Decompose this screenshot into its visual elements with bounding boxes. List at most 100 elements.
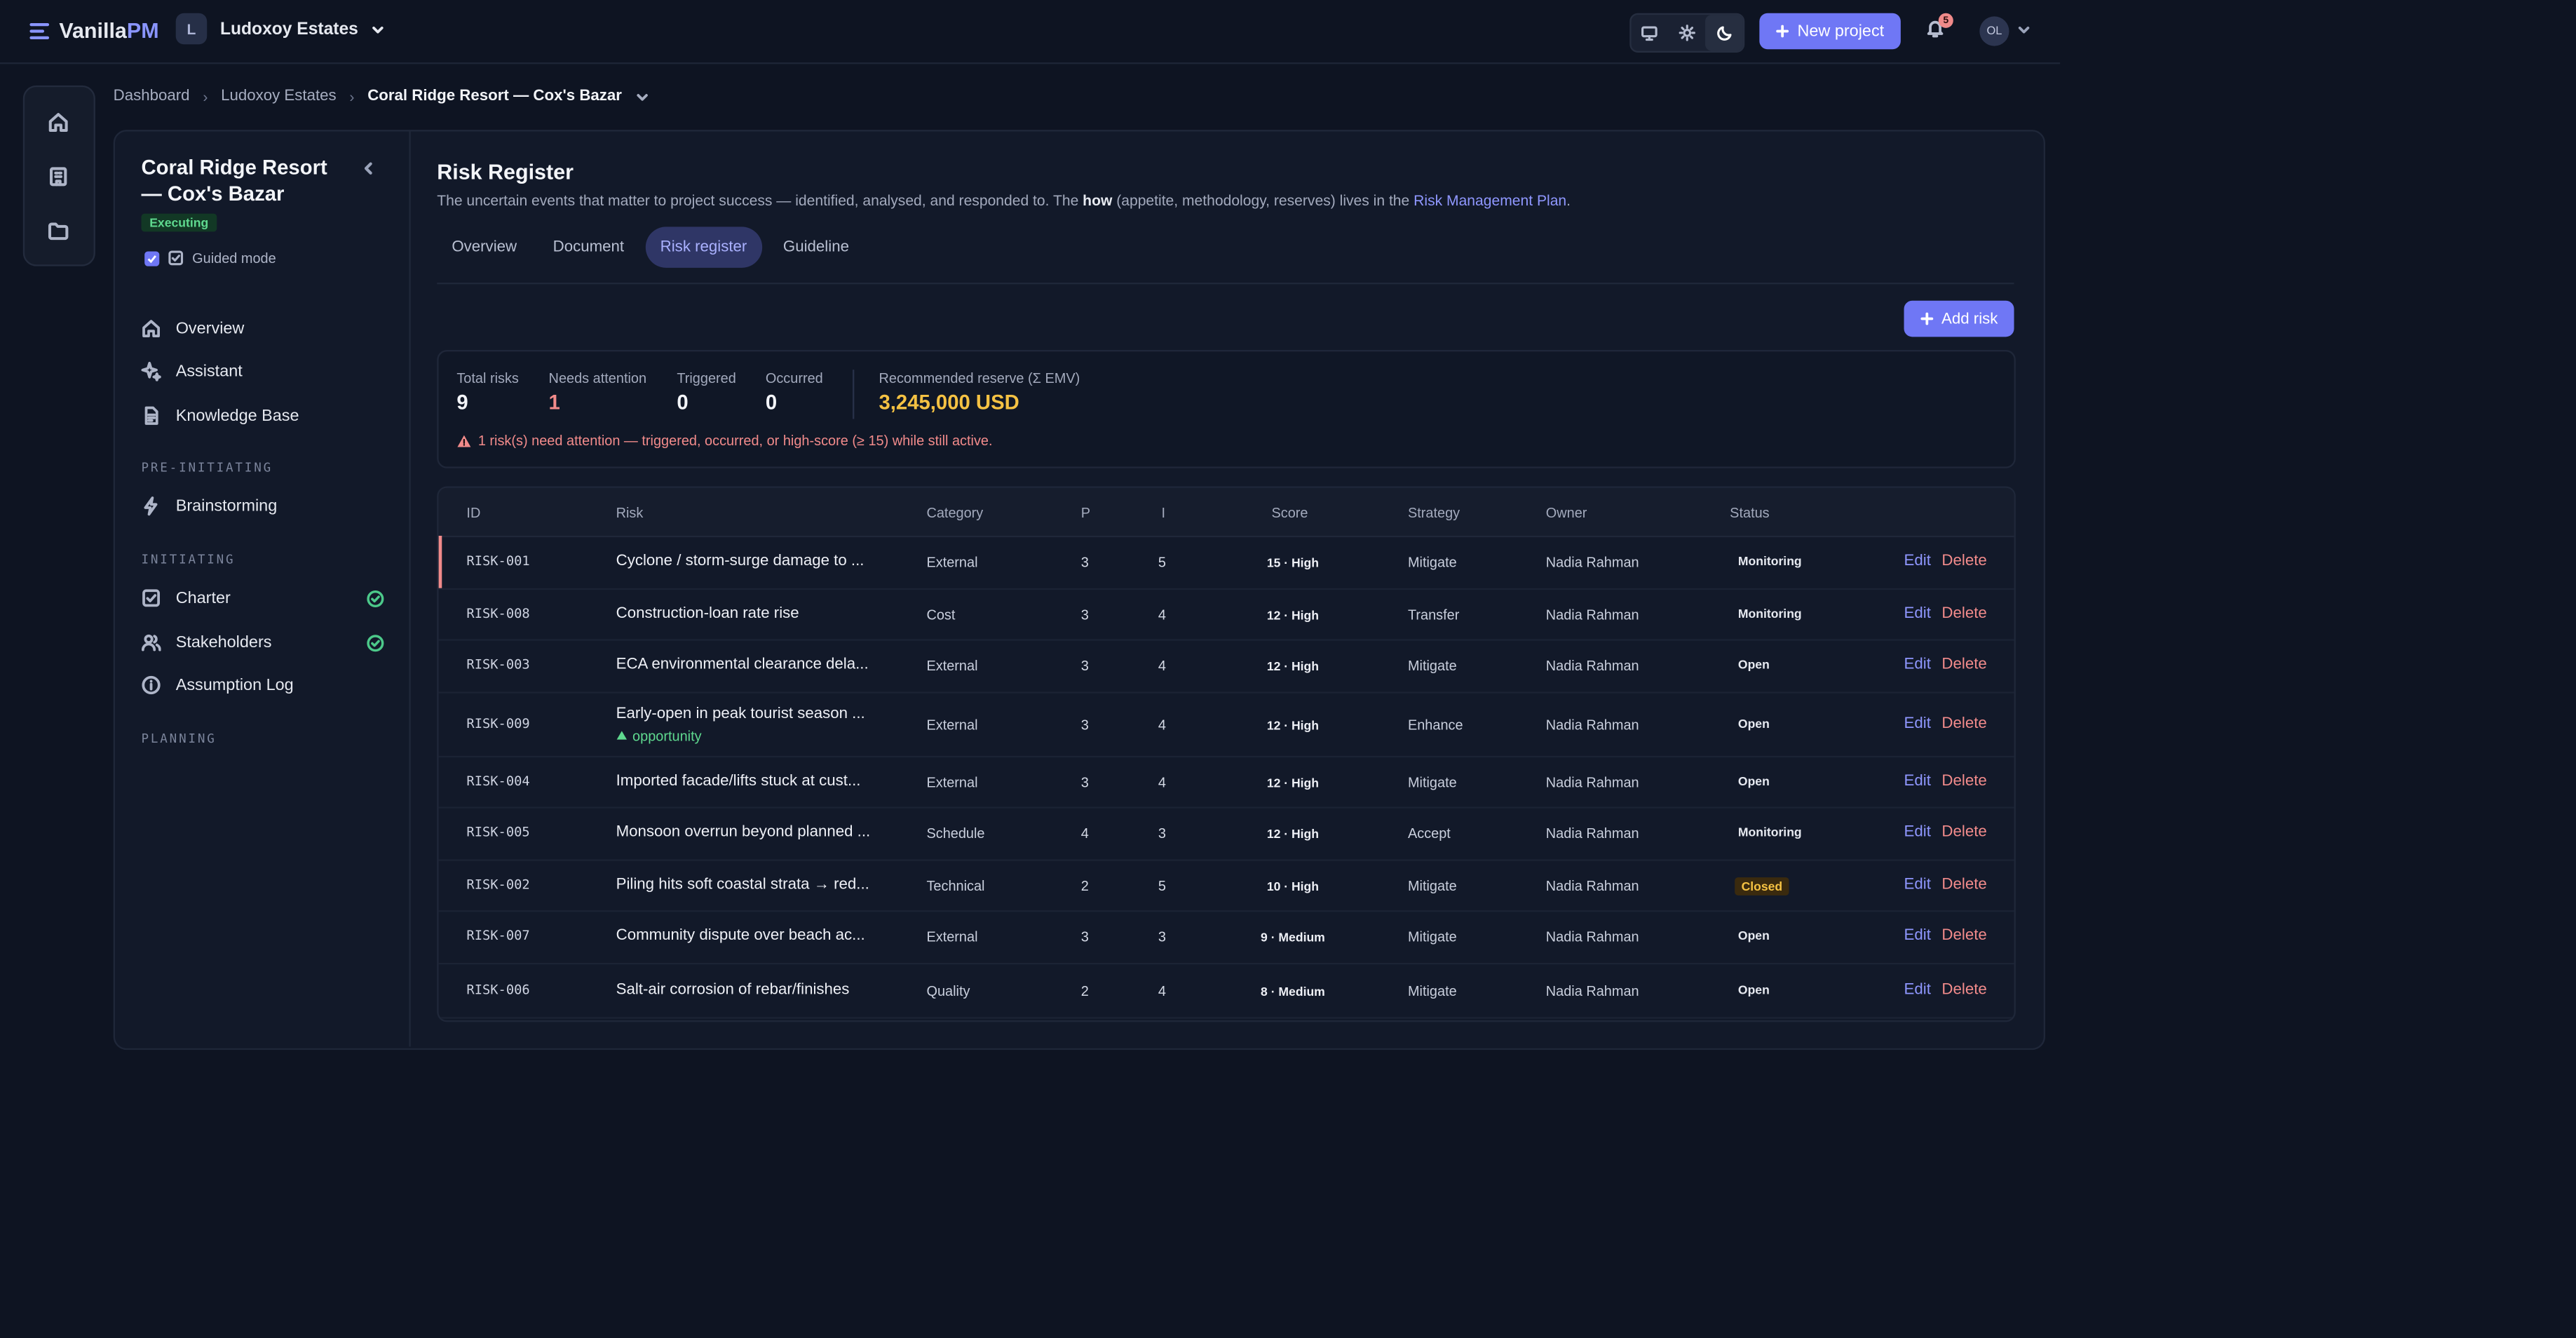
theme-system-button[interactable] xyxy=(1632,15,1669,51)
tab-overview[interactable]: Overview xyxy=(437,227,531,268)
guided-mode-label: Guided mode xyxy=(192,250,276,266)
delete-button[interactable]: Delete xyxy=(1941,656,1986,674)
risk-strategy: Accept xyxy=(1407,825,1451,842)
stat-value: 1 xyxy=(548,391,560,414)
tab-document[interactable]: Document xyxy=(538,227,639,268)
chevron-down-icon[interactable] xyxy=(2017,23,2031,36)
risk-owner: Nadia Rahman xyxy=(1545,715,1639,732)
status-badge: Closed xyxy=(1735,876,1789,895)
column-header: ID xyxy=(466,504,481,521)
tab-guideline[interactable]: Guideline xyxy=(768,227,864,268)
column-header: Score xyxy=(1271,504,1308,521)
edit-button[interactable]: Edit xyxy=(1904,656,1931,674)
home-icon[interactable] xyxy=(48,112,69,133)
breadcrumb-org[interactable]: Ludoxoy Estates xyxy=(221,87,337,105)
risk-strategy: Transfer xyxy=(1407,605,1460,622)
risk-id: RISK-008 xyxy=(466,605,530,621)
sidebar-item-overview[interactable]: Overview xyxy=(141,319,384,339)
edit-button[interactable]: Edit xyxy=(1904,980,1931,999)
warning-icon xyxy=(457,434,471,447)
check-circle-icon xyxy=(367,589,384,607)
theme-light-button[interactable] xyxy=(1669,15,1706,51)
stat-label: Recommended reserve (Σ EMV) xyxy=(879,370,1080,386)
guided-mode-toggle[interactable]: Guided mode xyxy=(144,250,276,266)
column-header: Risk xyxy=(616,504,644,521)
risk-owner: Nadia Rahman xyxy=(1545,773,1639,790)
risk-title[interactable]: Imported facade/lifts stuck at cust... xyxy=(616,771,861,790)
table-row: RISK-006 Salt-air corrosion of rebar/fini… xyxy=(438,963,2014,1019)
score-badge: 15 · High xyxy=(1266,555,1320,571)
org-switcher[interactable]: L Ludoxoy Estates xyxy=(175,13,385,45)
folder-icon[interactable] xyxy=(48,220,69,241)
column-header: Status xyxy=(1730,504,1770,521)
section-heading: INITIATING xyxy=(141,552,236,567)
sidebar-item-stakeholders[interactable]: Stakeholders xyxy=(141,633,384,652)
risk-title[interactable]: Salt-air corrosion of rebar/finishes xyxy=(616,980,850,999)
status-badge: Monitoring xyxy=(1737,605,1802,621)
sidebar-item-charter[interactable]: Charter xyxy=(141,588,384,608)
edit-button[interactable]: Edit xyxy=(1904,875,1931,893)
risk-owner: Nadia Rahman xyxy=(1545,657,1639,674)
delete-button[interactable]: Delete xyxy=(1941,926,1986,945)
delete-button[interactable]: Delete xyxy=(1941,552,1986,570)
risk-title[interactable]: Piling hits soft coastal strata → red... xyxy=(616,875,869,893)
delete-button[interactable]: Delete xyxy=(1941,823,1986,842)
probability-value: 4 xyxy=(1080,825,1089,842)
table-row: RISK-008 Construction-loan rate rise Cost 3… xyxy=(438,588,2014,641)
building-icon[interactable] xyxy=(48,166,69,187)
sidebar-item-knowledge-base[interactable]: Knowledge Base xyxy=(141,406,384,426)
add-risk-button[interactable]: Add risk xyxy=(1904,300,2014,337)
risk-title[interactable]: Monsoon overrun beyond planned ... xyxy=(616,823,871,842)
probability-value: 3 xyxy=(1080,773,1089,790)
guided-mode-checkbox[interactable] xyxy=(144,250,160,266)
edit-button[interactable]: Edit xyxy=(1904,823,1931,842)
probability-value: 3 xyxy=(1080,605,1089,622)
status-badge: Open xyxy=(1737,715,1770,731)
edit-button[interactable]: Edit xyxy=(1904,926,1931,945)
risk-title[interactable]: Early-open in peak tourist season ... xyxy=(616,704,865,722)
column-header: P xyxy=(1080,504,1090,521)
risk-strategy: Mitigate xyxy=(1407,928,1457,945)
delete-button[interactable]: Delete xyxy=(1941,714,1986,732)
impact-value: 5 xyxy=(1158,553,1166,571)
risk-title[interactable]: Cyclone / storm-surge damage to ... xyxy=(616,552,865,570)
delete-button[interactable]: Delete xyxy=(1941,604,1986,622)
edit-button[interactable]: Edit xyxy=(1904,771,1931,790)
delete-button[interactable]: Delete xyxy=(1941,771,1986,790)
risk-management-plan-link[interactable]: Risk Management Plan xyxy=(1414,192,1566,208)
users-icon xyxy=(141,634,161,651)
app-logo[interactable]: VanillaPM xyxy=(29,18,159,43)
score-badge: 12 · High xyxy=(1266,774,1320,790)
notifications-button[interactable]: 5 xyxy=(1925,13,1953,38)
sidebar-item-assumption-log[interactable]: Assumption Log xyxy=(141,675,384,695)
sidebar-item-assistant[interactable]: Assistant xyxy=(141,361,384,381)
edit-button[interactable]: Edit xyxy=(1904,552,1931,570)
sidebar-item-brainstorming[interactable]: Brainstorming xyxy=(141,496,384,516)
impact-value: 4 xyxy=(1158,657,1166,674)
edit-button[interactable]: Edit xyxy=(1904,714,1931,732)
impact-value: 4 xyxy=(1158,981,1166,999)
theme-dark-button[interactable] xyxy=(1705,15,1743,51)
delete-button[interactable]: Delete xyxy=(1941,980,1986,999)
chevron-down-icon[interactable] xyxy=(635,90,649,103)
stat-needs-attention: Needs attention 1 xyxy=(549,370,647,414)
table-row: RISK-009 Early-open in peak tourist seaso… xyxy=(438,691,2014,758)
tab-risk-register[interactable]: Risk register xyxy=(645,227,762,268)
delete-button[interactable]: Delete xyxy=(1941,875,1986,893)
probability-value: 3 xyxy=(1080,553,1089,571)
breadcrumb-dashboard[interactable]: Dashboard xyxy=(114,87,190,105)
chevron-left-icon[interactable] xyxy=(361,161,376,176)
risk-title[interactable]: Construction-loan rate rise xyxy=(616,604,799,622)
user-avatar[interactable]: OL xyxy=(1979,16,2009,46)
checkbox-icon xyxy=(168,250,184,266)
breadcrumb-project[interactable]: Coral Ridge Resort — Cox's Bazar xyxy=(367,87,622,105)
risk-category: External xyxy=(926,553,978,571)
new-project-button[interactable]: New project xyxy=(1759,13,1901,50)
alert-text: 1 risk(s) need attention — triggered, oc… xyxy=(477,432,993,449)
edit-button[interactable]: Edit xyxy=(1904,604,1931,622)
column-header: Owner xyxy=(1545,504,1587,521)
table-row: RISK-003 ECA environmental clearance dela… xyxy=(438,639,2014,694)
menu-icon xyxy=(29,22,50,39)
risk-title[interactable]: Community dispute over beach ac... xyxy=(616,926,865,945)
risk-title[interactable]: ECA environmental clearance dela... xyxy=(616,656,869,674)
